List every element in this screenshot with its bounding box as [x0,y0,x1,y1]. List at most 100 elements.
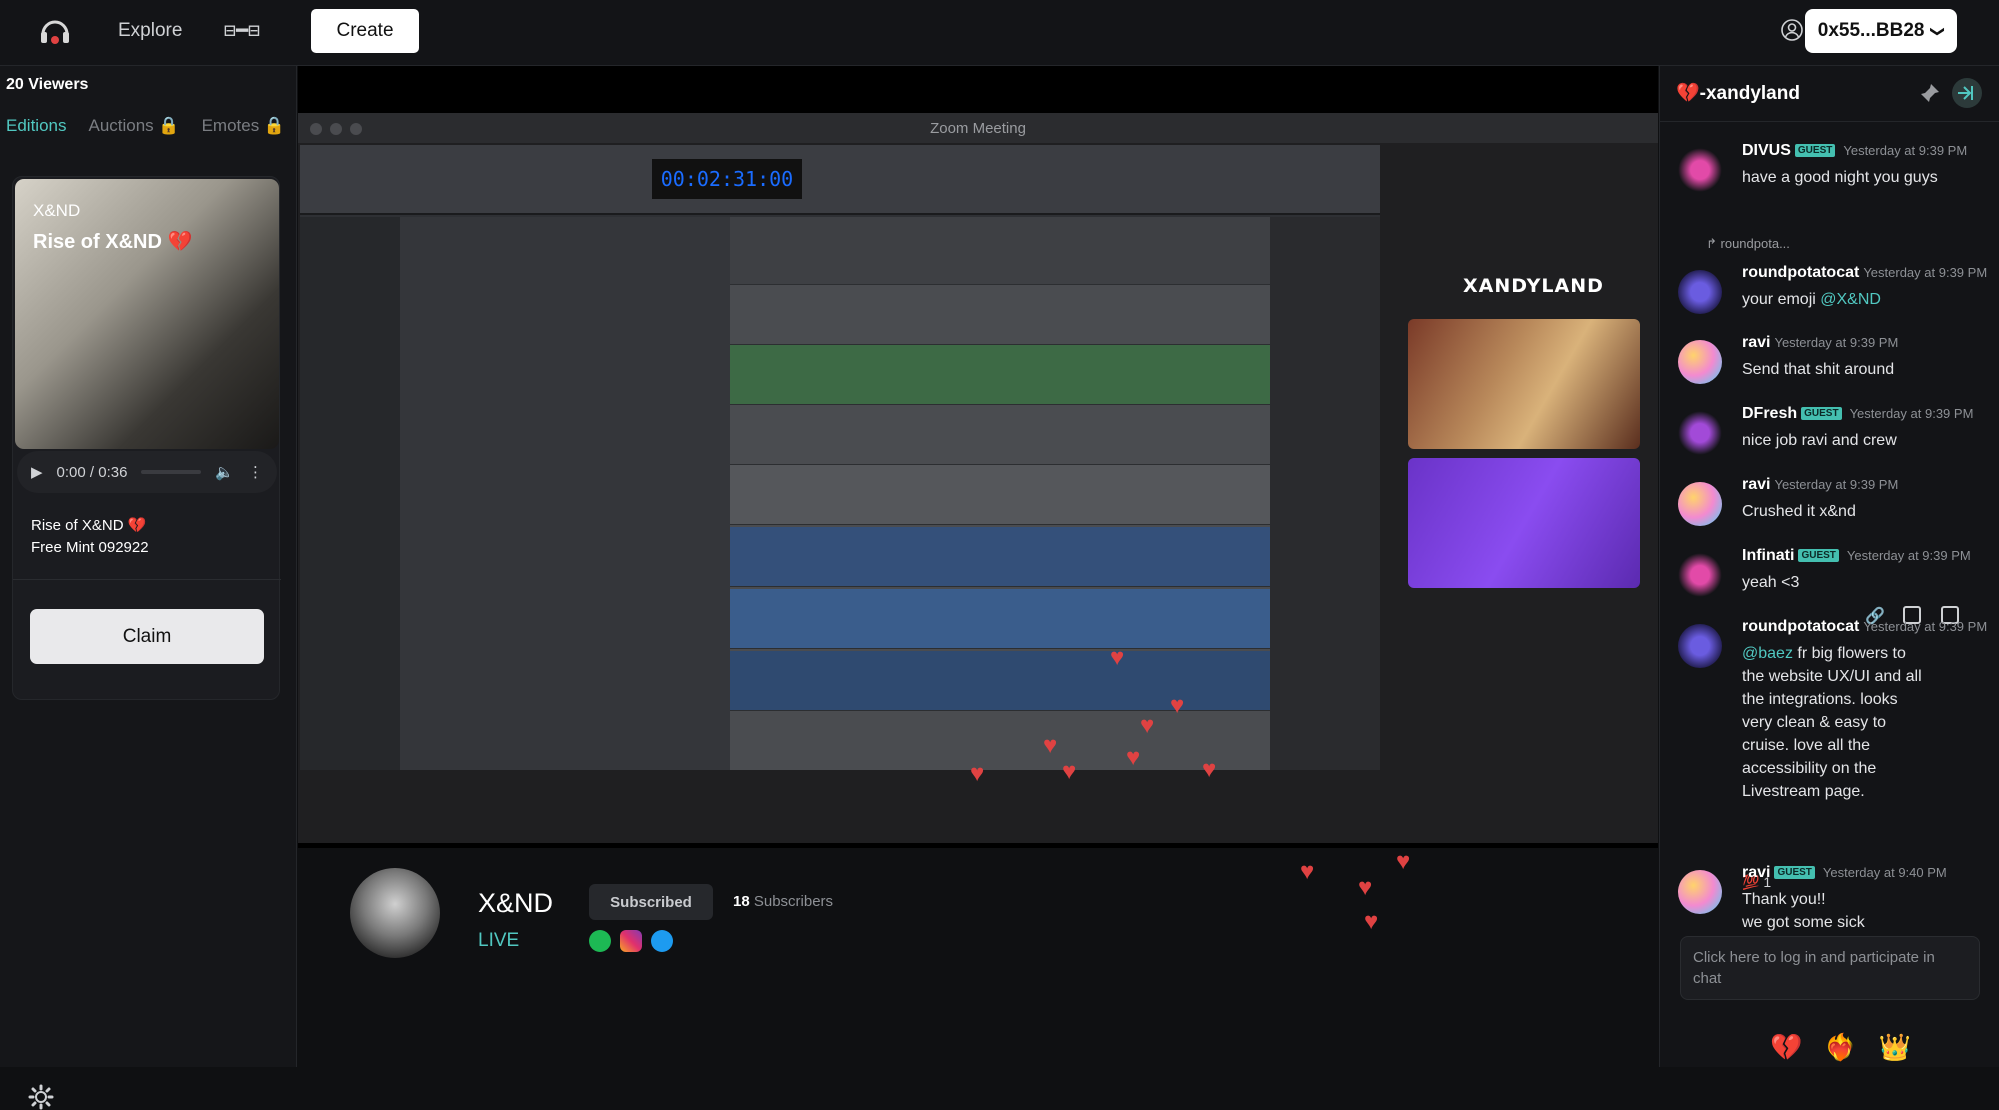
instagram-icon[interactable] [620,930,642,952]
twitter-icon[interactable] [651,930,673,952]
message-username[interactable]: ravi [1742,476,1770,493]
message-text: Thank you!! we got some sick [1742,888,1982,934]
nav-explore[interactable]: Explore [118,20,182,42]
message-text: nice job ravi and crew [1742,432,1897,449]
heart-reaction-icon: ♥ [1170,692,1185,719]
reply-preview[interactable]: ↱ roundpota... [1706,236,1790,252]
message-text: Crushed it x&nd [1742,503,1856,520]
user-avatar [1678,553,1722,597]
user-avatar [1678,270,1722,314]
headphones-logo-icon[interactable] [38,14,72,48]
message-username[interactable]: ravi [1742,334,1770,351]
message-text: yeah <3 [1742,574,1800,591]
gear-icon[interactable] [28,1084,54,1110]
mention[interactable]: @X&ND [1820,291,1881,308]
user-avatar [1678,148,1722,192]
daw-lane [730,465,1270,525]
livestream-video[interactable]: Zoom Meeting 00:02:31:00 XANDYLAND ♥ ♥ ♥… [298,66,1658,848]
live-status: LIVE [478,930,520,951]
user-icon[interactable] [1780,18,1804,42]
guest-badge: GUEST [1798,549,1839,562]
message-time: Yesterday at 9:39 PM [1863,619,1988,634]
heart-on-fire-emoji-button[interactable]: ❤️‍🔥 [1824,1032,1856,1063]
message-time: Yesterday at 9:39 PM [1863,265,1988,280]
user-avatar [1678,411,1722,455]
user-avatar [1678,482,1722,526]
message-text: your emoji @X&ND [1742,288,1982,311]
wallet-button[interactable]: 0x55...BB28 ❯ [1805,9,1957,53]
more-options-icon[interactable]: ⋮ [248,463,263,481]
heart-reaction-icon: ♥ [1140,712,1155,739]
message-text: @baez fr big flowers to the website UX/U… [1742,642,1927,803]
message-username[interactable]: DFresh [1742,405,1797,422]
daw-lane [730,285,1270,345]
heart-reaction-icon: ♥ [1300,858,1315,885]
message-header: Infinati GUEST Yesterday at 9:39 PM [1742,547,1971,565]
brand-wordmark: XANDYLAND [1463,275,1604,297]
chat-login-input[interactable]: Click here to log in and participate in … [1680,936,1980,1000]
nft-artist: X&ND [33,201,81,220]
chat-channel-title: 💔-xandyland [1676,83,1800,104]
message-header: ravi GUEST Yesterday at 9:40 PM [1742,864,1947,882]
emoji-reaction-bar: 💔 ❤️‍🔥 👑 [1770,1032,1911,1063]
theater-toggle-icon[interactable]: ⊟━⊟ [224,18,260,42]
daw-clip-list [1270,217,1380,770]
message-username[interactable]: ravi [1742,864,1770,881]
chevron-down-icon: ❯ [1930,25,1947,37]
tab-editions[interactable]: Editions [6,116,66,136]
heart-reaction-icon: ♥ [1364,908,1379,935]
heart-reaction-icon: ♥ [1110,644,1125,671]
daw-lane [730,589,1270,649]
message-time: Yesterday at 9:39 PM [1849,406,1974,421]
nft-title: Rise of X&ND 💔 [33,231,193,253]
zoom-titlebar: Zoom Meeting [298,113,1658,143]
audio-player: ▶ 0:00 / 0:36 🔈 ⋮ [17,451,277,493]
audio-progress[interactable] [141,470,202,474]
pin-icon[interactable] [1919,82,1941,104]
broken-heart-emoji-button[interactable]: 💔 [1770,1032,1802,1063]
guest-badge: GUEST [1794,144,1836,157]
mention[interactable]: @baez [1742,645,1793,662]
camera-feed-1 [1408,319,1640,449]
user-avatar [1678,624,1722,668]
channel-avatar[interactable] [350,868,440,958]
spotify-icon[interactable] [589,930,611,952]
exit-chat-icon[interactable] [1952,78,1982,108]
create-button[interactable]: Create [311,9,419,53]
crown-emoji-button[interactable]: 👑 [1879,1032,1911,1063]
edition-subtitle: Free Mint 092922 [31,539,149,556]
message-header: roundpotatocat Yesterday at 9:39 PM [1742,264,1987,282]
tab-auctions[interactable]: Auctions 🔒 [88,116,179,136]
heart-reaction-icon: ♥ [1202,756,1217,783]
heart-reaction-icon: ♥ [1126,744,1141,771]
edition-info: Rise of X&ND 💔 Free Mint 092922 [31,515,149,559]
message-header: DIVUS GUEST Yesterday at 9:39 PM [1742,142,1967,160]
claim-button[interactable]: Claim [30,609,264,664]
divider [13,579,281,580]
subscribed-button[interactable]: Subscribed [589,884,713,920]
user-avatar [1678,340,1722,384]
message-username[interactable]: roundpotatocat [1742,264,1859,281]
subscriber-count: 18 Subscribers [733,893,833,910]
volume-icon[interactable]: 🔈 [215,463,234,481]
nft-artwork[interactable]: X&ND Rise of X&ND 💔 [15,179,279,449]
zoom-title: Zoom Meeting [930,120,1026,137]
subscribers-label: Subscribers [753,893,834,910]
message-text: Send that shit around [1742,361,1895,378]
tab-emotes[interactable]: Emotes 🔒 [202,116,286,136]
message-time: Yesterday at 9:40 PM [1822,865,1947,880]
message-username[interactable]: Infinati [1742,547,1794,564]
daw-lane [730,217,1270,285]
daw-lane [730,345,1270,405]
daw-screen: 00:02:31:00 [300,145,1380,770]
play-icon[interactable]: ▶ [31,463,43,481]
chat-panel: 💔-xandyland DIVUS GUEST Yesterday at 9:39 … [1659,66,1999,1067]
left-panel: 20 Viewers Editions Auctions 🔒 Emotes 🔒 … [0,66,297,1110]
message-username[interactable]: DIVUS [1742,142,1791,159]
message-username[interactable]: roundpotatocat [1742,618,1859,635]
message-text: have a good night you guys [1742,169,1938,186]
message-text-part: fr big flowers to the website UX/UI and … [1742,645,1922,800]
daw-counter: 00:02:31:00 [652,159,802,199]
daw-lane [730,405,1270,465]
viewer-count: 20 Viewers [6,76,89,93]
